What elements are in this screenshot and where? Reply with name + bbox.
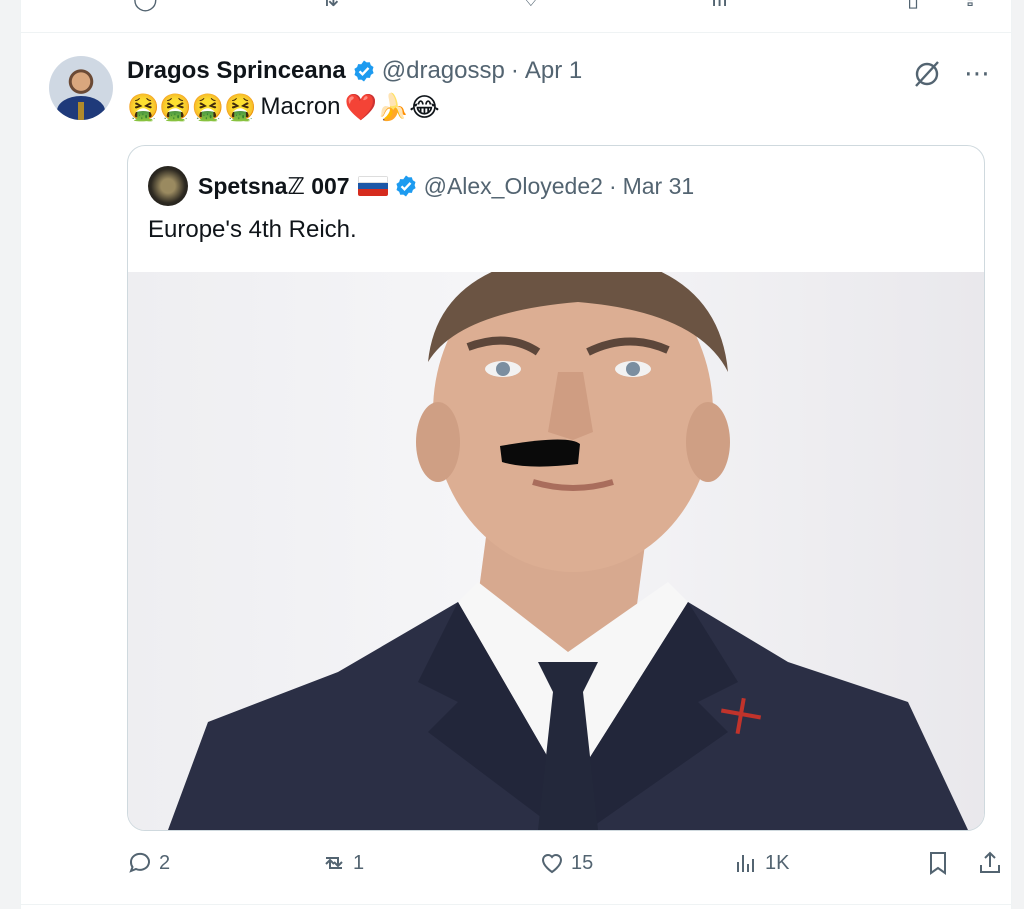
bookmark-icon[interactable]: ▯ — [907, 0, 919, 12]
more-icon[interactable]: ⋯ — [964, 58, 991, 89]
divider — [21, 904, 1011, 905]
reply-button[interactable]: 2 — [127, 850, 170, 876]
quoted-tweet[interactable]: Spetsnaℤ 007 @Alex_Oloyede2 · Mar 31 Eur… — [127, 145, 985, 831]
portrait-image — [168, 272, 968, 830]
repost-count: 1 — [353, 851, 365, 874]
reply-icon — [129, 852, 150, 873]
share-icon[interactable]: ⇪ — [961, 0, 979, 12]
quoted-text: Europe's 4th Reich. — [148, 216, 357, 243]
separator-dot: · — [510, 57, 519, 84]
display-name[interactable]: Dragos Sprinceana — [127, 57, 346, 85]
timestamp[interactable]: Apr 1 — [525, 57, 582, 85]
avatar[interactable] — [49, 56, 113, 120]
views-icon — [737, 855, 754, 872]
reply-count: 2 — [159, 851, 171, 874]
share-icon — [980, 851, 1000, 873]
previous-tweet-actions: ◯ ⇅ ♡ ılı ▯ ⇪ — [21, 0, 1011, 12]
verified-icon — [354, 60, 374, 82]
like-icon — [541, 854, 563, 874]
bookmark-icon — [930, 852, 946, 875]
quoted-handle[interactable]: @Alex_Oloyede2 — [424, 173, 603, 200]
quoted-header: Spetsnaℤ 007 @Alex_Oloyede2 · Mar 31 — [148, 166, 694, 206]
repost-icon — [325, 857, 343, 869]
tweet-body: Macron — [260, 93, 341, 120]
tweet-top-actions: ⋯ — [912, 58, 991, 89]
bookmark-button[interactable] — [925, 850, 951, 876]
quoted-avatar[interactable] — [148, 166, 188, 206]
views-button[interactable]: 1K — [733, 850, 789, 876]
quoted-photo[interactable] — [128, 272, 984, 830]
separator-dot: · — [608, 172, 617, 199]
emoji-group: ❤️🍌😂 — [344, 92, 440, 122]
like-count: 15 — [571, 851, 594, 874]
quoted-timestamp[interactable]: Mar 31 — [623, 173, 695, 200]
grok-icon[interactable] — [912, 59, 942, 89]
reply-icon[interactable]: ◯ — [133, 0, 158, 12]
verified-icon — [395, 175, 416, 197]
tweet-header: Dragos Sprinceana @dragossp · Apr 1 — [127, 56, 582, 86]
like-icon[interactable]: ♡ — [521, 0, 541, 12]
tweet-card[interactable]: ◯ ⇅ ♡ ılı ▯ ⇪ Dragos Sprinceana @dragoss… — [20, 0, 1012, 909]
tweet-text: 🤮🤮🤮🤮 Macron ❤️🍌😂 — [127, 92, 440, 122]
russia-flag-icon — [357, 176, 388, 196]
repost-icon[interactable]: ⇅ — [321, 0, 339, 12]
divider — [21, 32, 1011, 33]
emoji-group: 🤮🤮🤮🤮 — [127, 92, 257, 122]
repost-button[interactable]: 1 — [321, 850, 364, 876]
like-button[interactable]: 15 — [539, 850, 593, 876]
tweet-actions: 2 1 15 1K — [127, 850, 1000, 886]
handle[interactable]: @dragossp — [382, 57, 505, 85]
share-button[interactable] — [977, 850, 1003, 876]
views-icon[interactable]: ılı — [711, 0, 728, 12]
view-count: 1K — [765, 851, 790, 874]
quoted-display-name[interactable]: Spetsnaℤ 007 — [198, 173, 350, 200]
